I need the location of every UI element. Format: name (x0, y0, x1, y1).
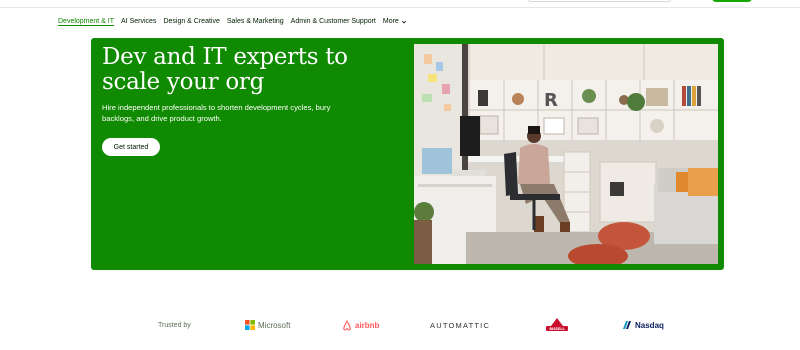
chevron-down-icon (401, 20, 406, 24)
nasdaq-logo: Nasdaq (622, 317, 664, 333)
nav-item-ai-services[interactable]: AI Services (121, 16, 156, 28)
nav-item-design-creative[interactable]: Design & Creative (163, 16, 219, 28)
airbnb-logo-text: airbnb (355, 320, 380, 330)
nav-item-sales-marketing[interactable]: Sales & Marketing (227, 16, 284, 28)
svg-text:R: R (544, 90, 558, 111)
airbnb-logo: airbnb (342, 317, 379, 333)
nav-more-label: More (382, 18, 399, 25)
category-nav: Development & IT AI Services Design & Cr… (58, 15, 414, 29)
hero-banner: Dev and IT experts to scale your org Hir… (91, 38, 724, 270)
signup-button[interactable] (712, 0, 752, 2)
automattic-logo-text: AUTOMATTIC (430, 320, 491, 330)
nasdaq-logo-text: Nasdaq (635, 320, 664, 330)
bissell-logo-text: BISSELL (549, 327, 565, 331)
nav-item-admin-support[interactable]: Admin & Customer Support (291, 16, 376, 28)
nav-item-more[interactable]: More (383, 16, 407, 28)
airbnb-icon (343, 319, 351, 331)
hero-photo: R (414, 44, 718, 264)
search-bar[interactable] (527, 0, 672, 2)
microsoft-logo-text: Microsoft (258, 320, 291, 330)
header-bar (0, 0, 800, 8)
get-started-button[interactable]: Get started (102, 138, 160, 156)
bissell-logo: BISSELL (545, 317, 569, 333)
microsoft-icon (245, 320, 255, 330)
microsoft-logo: Microsoft (245, 317, 290, 333)
trusted-by-label: Trusted by (158, 321, 191, 329)
hero-title: Dev and IT experts to scale your org (102, 44, 348, 95)
hero-subtitle: Hire independent professionals to shorte… (102, 103, 331, 123)
automattic-logo: AUTOMATTIC (430, 317, 490, 333)
office-illustration: R (414, 44, 718, 264)
nav-item-development-it[interactable]: Development & IT (58, 16, 114, 28)
nasdaq-icon (623, 321, 631, 329)
bissell-icon: BISSELL (546, 318, 568, 331)
